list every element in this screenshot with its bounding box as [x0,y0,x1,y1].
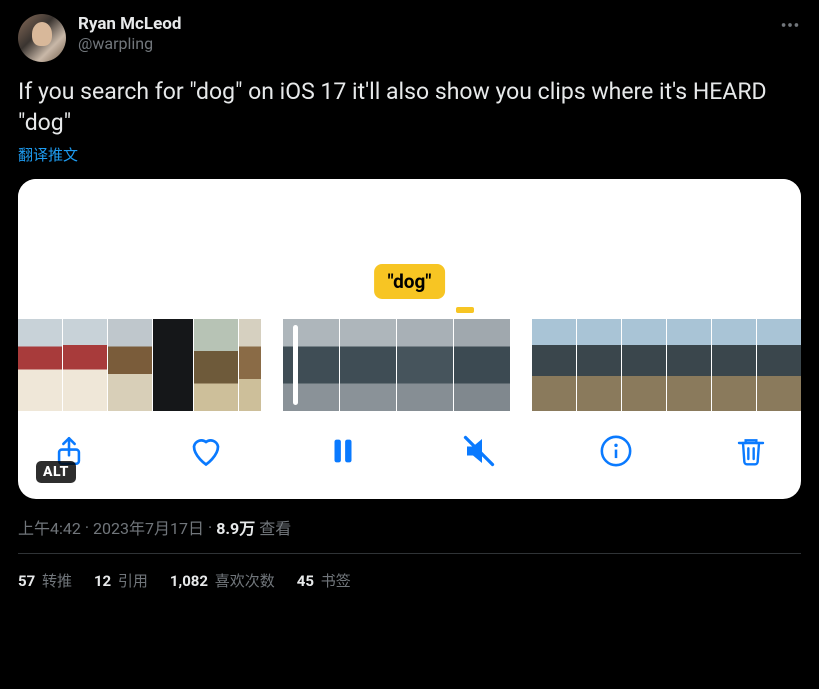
alt-badge[interactable]: ALT [36,461,76,483]
clip-frame [194,319,238,411]
views-count: 8.9万 [216,515,255,539]
post-time[interactable]: 上午4:42 [18,515,81,539]
display-name[interactable]: Ryan McLeod [78,14,181,34]
views-label: 查看 [259,515,291,539]
clip-frame [532,319,576,411]
clip-frame [18,319,62,411]
user-block: Ryan McLeod @warpling [78,14,181,54]
heart-icon[interactable] [188,433,224,469]
clip-frame [397,319,453,411]
media-top-area: "dog" [18,179,801,319]
search-match-tag: "dog" [374,264,446,299]
clip-frame [340,319,396,411]
media-toolbar [18,411,801,499]
clip-group[interactable] [18,319,261,411]
clip-frame [63,319,107,411]
tweet-text: If you search for "dog" on iOS 17 it'll … [18,76,801,138]
handle[interactable]: @warpling [78,34,181,53]
pause-icon[interactable] [326,434,360,468]
retweets-stat[interactable]: 57 转推 [18,570,72,591]
clip-frame [757,319,801,411]
playhead-marker [456,307,474,313]
post-date[interactable]: 2023年7月17日 [93,515,204,539]
translate-link[interactable]: 翻译推文 [18,144,78,165]
clip-frame [108,319,152,411]
clip-group[interactable] [532,319,801,411]
avatar[interactable] [18,14,66,62]
clip-frame [712,319,756,411]
video-timeline[interactable] [18,319,801,411]
clip-group[interactable] [283,319,510,411]
tweet-header: Ryan McLeod @warpling [18,14,801,62]
clip-frame [667,319,711,411]
mute-icon[interactable] [461,433,497,469]
quotes-stat[interactable]: 12 引用 [94,570,148,591]
likes-stat[interactable]: 1,082 喜欢次数 [170,570,275,591]
clip-frame [622,319,666,411]
media-card[interactable]: "dog" [18,179,801,499]
info-icon[interactable] [599,434,633,468]
clip-frame [454,319,510,411]
clip-frame [577,319,621,411]
clip-frame [153,319,193,411]
playhead-bar[interactable] [293,325,298,405]
tweet-container: Ryan McLeod @warpling If you search for … [0,0,819,591]
stats-line: 57 转推 12 引用 1,082 喜欢次数 45 书签 [18,554,801,591]
clip-frame [239,319,261,411]
trash-icon[interactable] [735,435,767,467]
clip-frame [283,319,339,411]
timestamp-line: 上午4:42 · 2023年7月17日 · 8.9万 查看 [18,515,801,539]
bookmarks-stat[interactable]: 45 书签 [297,570,351,591]
more-options-button[interactable] [779,14,801,40]
